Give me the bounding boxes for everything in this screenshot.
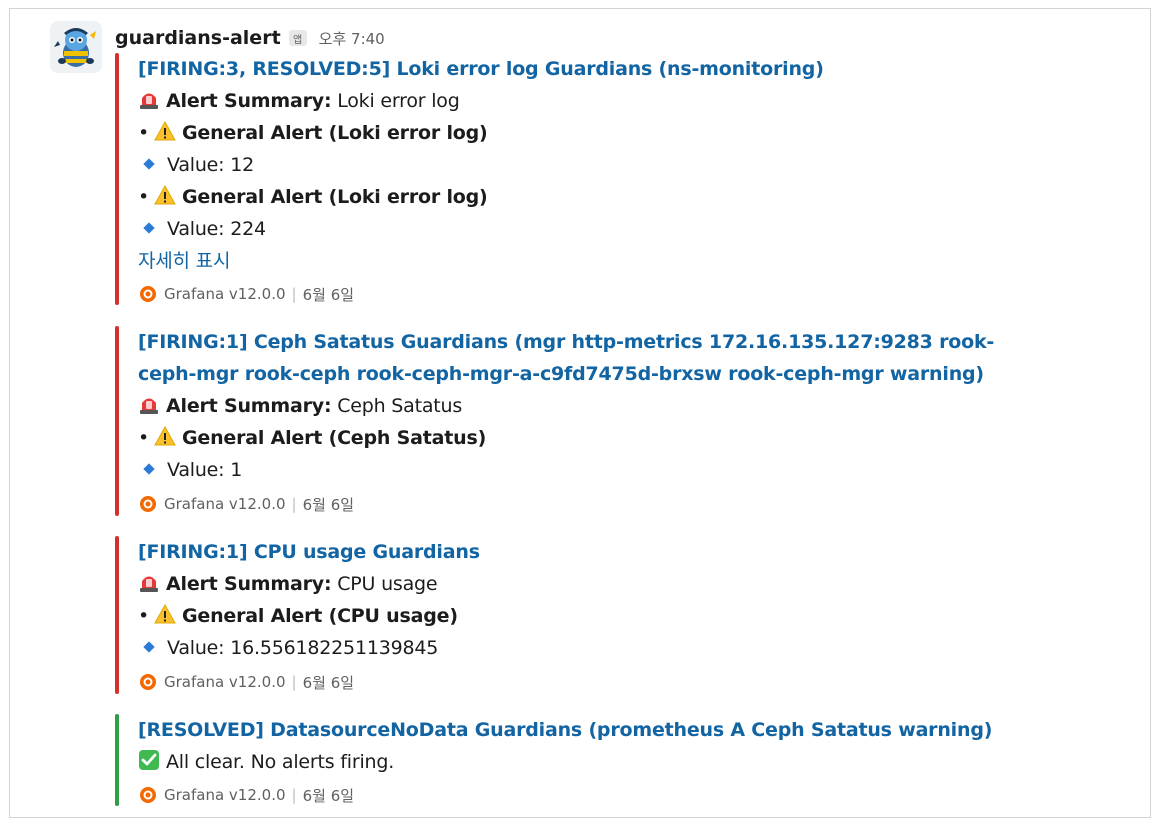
- alert-value: Value: 1: [138, 454, 242, 486]
- alert-title-link[interactable]: [RESOLVED] DatasourceNoData Guardians (p…: [138, 714, 992, 746]
- footer-source: Grafana v12.0.0: [164, 786, 286, 804]
- alert-item: • General Alert (Ceph Satatus): [138, 425, 487, 449]
- grafana-logo-icon: [140, 787, 156, 803]
- alert-value-text: Value: 12: [167, 154, 254, 176]
- warning-icon: [154, 603, 176, 624]
- grafana-logo-icon: [140, 496, 156, 512]
- summary-value: Ceph Satatus: [331, 395, 463, 417]
- warning-icon: [154, 184, 176, 205]
- alert-summary: Alert Summary: Ceph Satatus: [138, 390, 462, 422]
- summary-label: Alert Summary:: [166, 90, 332, 112]
- bot-avatar[interactable]: [50, 21, 102, 73]
- alert-name: General Alert (Ceph Satatus): [182, 427, 487, 449]
- alert-item: • General Alert (CPU usage): [138, 603, 458, 627]
- summary-value: Loki error log: [331, 90, 460, 112]
- alert-title-link[interactable]: ceph-mgr rook-ceph rook-ceph-mgr-a-c9fd7…: [138, 358, 984, 390]
- alert-value-text: Value: 16.556182251139845: [167, 637, 439, 659]
- warning-icon: [154, 425, 176, 446]
- alert-value-text: Value: 1: [167, 459, 243, 481]
- message-header: guardians-alert 앱 오후 7:40: [115, 24, 385, 52]
- alert-value: Value: 224: [138, 213, 266, 245]
- footer-date[interactable]: 6월 6일: [303, 672, 354, 693]
- sender-name[interactable]: guardians-alert: [115, 27, 281, 49]
- attachment-footer: Grafana v12.0.0 | 6월 6일: [138, 670, 354, 694]
- summary-value: CPU usage: [331, 573, 438, 595]
- alert-summary: Alert Summary: Loki error log: [138, 85, 460, 117]
- attachment-footer: Grafana v12.0.0 | 6월 6일: [138, 783, 354, 807]
- alert-name: General Alert (Loki error log): [182, 122, 488, 144]
- alert-title-link[interactable]: [FIRING:1] CPU usage Guardians: [138, 536, 480, 568]
- alert-summary: Alert Summary: CPU usage: [138, 568, 438, 600]
- footer-source: Grafana v12.0.0: [164, 673, 286, 691]
- blue-diamond-icon: [143, 463, 155, 475]
- alert-title-link[interactable]: [FIRING:3, RESOLVED:5] Loki error log Gu…: [138, 53, 824, 85]
- footer-date[interactable]: 6월 6일: [303, 785, 354, 806]
- bee-mascot-icon: [50, 21, 102, 73]
- alert-name: General Alert (Loki error log): [182, 186, 488, 208]
- attachment-footer: Grafana v12.0.0 | 6월 6일: [138, 282, 354, 306]
- all-clear-text: All clear. No alerts firing.: [166, 751, 395, 773]
- summary-label: Alert Summary:: [166, 395, 332, 417]
- firing-color-bar: [115, 326, 119, 516]
- rotating-light-icon: [140, 93, 158, 109]
- footer-source: Grafana v12.0.0: [164, 495, 286, 513]
- footer-date[interactable]: 6월 6일: [303, 494, 354, 515]
- resolved-color-bar: [115, 714, 119, 806]
- app-badge: 앱: [288, 30, 307, 46]
- firing-color-bar: [115, 53, 119, 305]
- alert-name: General Alert (CPU usage): [182, 605, 458, 627]
- alert-item: • General Alert (Loki error log): [138, 184, 488, 208]
- firing-color-bar: [115, 536, 119, 694]
- grafana-logo-icon: [140, 286, 156, 302]
- all-clear-line: All clear. No alerts firing.: [138, 746, 394, 778]
- check-mark-icon: [139, 750, 159, 770]
- warning-icon: [154, 120, 176, 141]
- footer-date[interactable]: 6월 6일: [303, 284, 354, 305]
- message-timestamp[interactable]: 오후 7:40: [319, 28, 385, 49]
- alert-value: Value: 16.556182251139845: [138, 632, 438, 664]
- summary-label: Alert Summary:: [166, 573, 332, 595]
- footer-source: Grafana v12.0.0: [164, 285, 286, 303]
- grafana-logo-icon: [140, 674, 156, 690]
- blue-diamond-icon: [143, 158, 155, 170]
- rotating-light-icon: [140, 398, 158, 414]
- alert-value-text: Value: 224: [167, 218, 266, 240]
- show-more-link[interactable]: 자세히 표시: [138, 245, 230, 277]
- attachment-footer: Grafana v12.0.0 | 6월 6일: [138, 492, 354, 516]
- blue-diamond-icon: [143, 641, 155, 653]
- alert-value: Value: 12: [138, 149, 254, 181]
- rotating-light-icon: [140, 576, 158, 592]
- blue-diamond-icon: [143, 222, 155, 234]
- alert-title-link[interactable]: [FIRING:1] Ceph Satatus Guardians (mgr h…: [138, 326, 994, 358]
- alert-item: • General Alert (Loki error log): [138, 120, 488, 144]
